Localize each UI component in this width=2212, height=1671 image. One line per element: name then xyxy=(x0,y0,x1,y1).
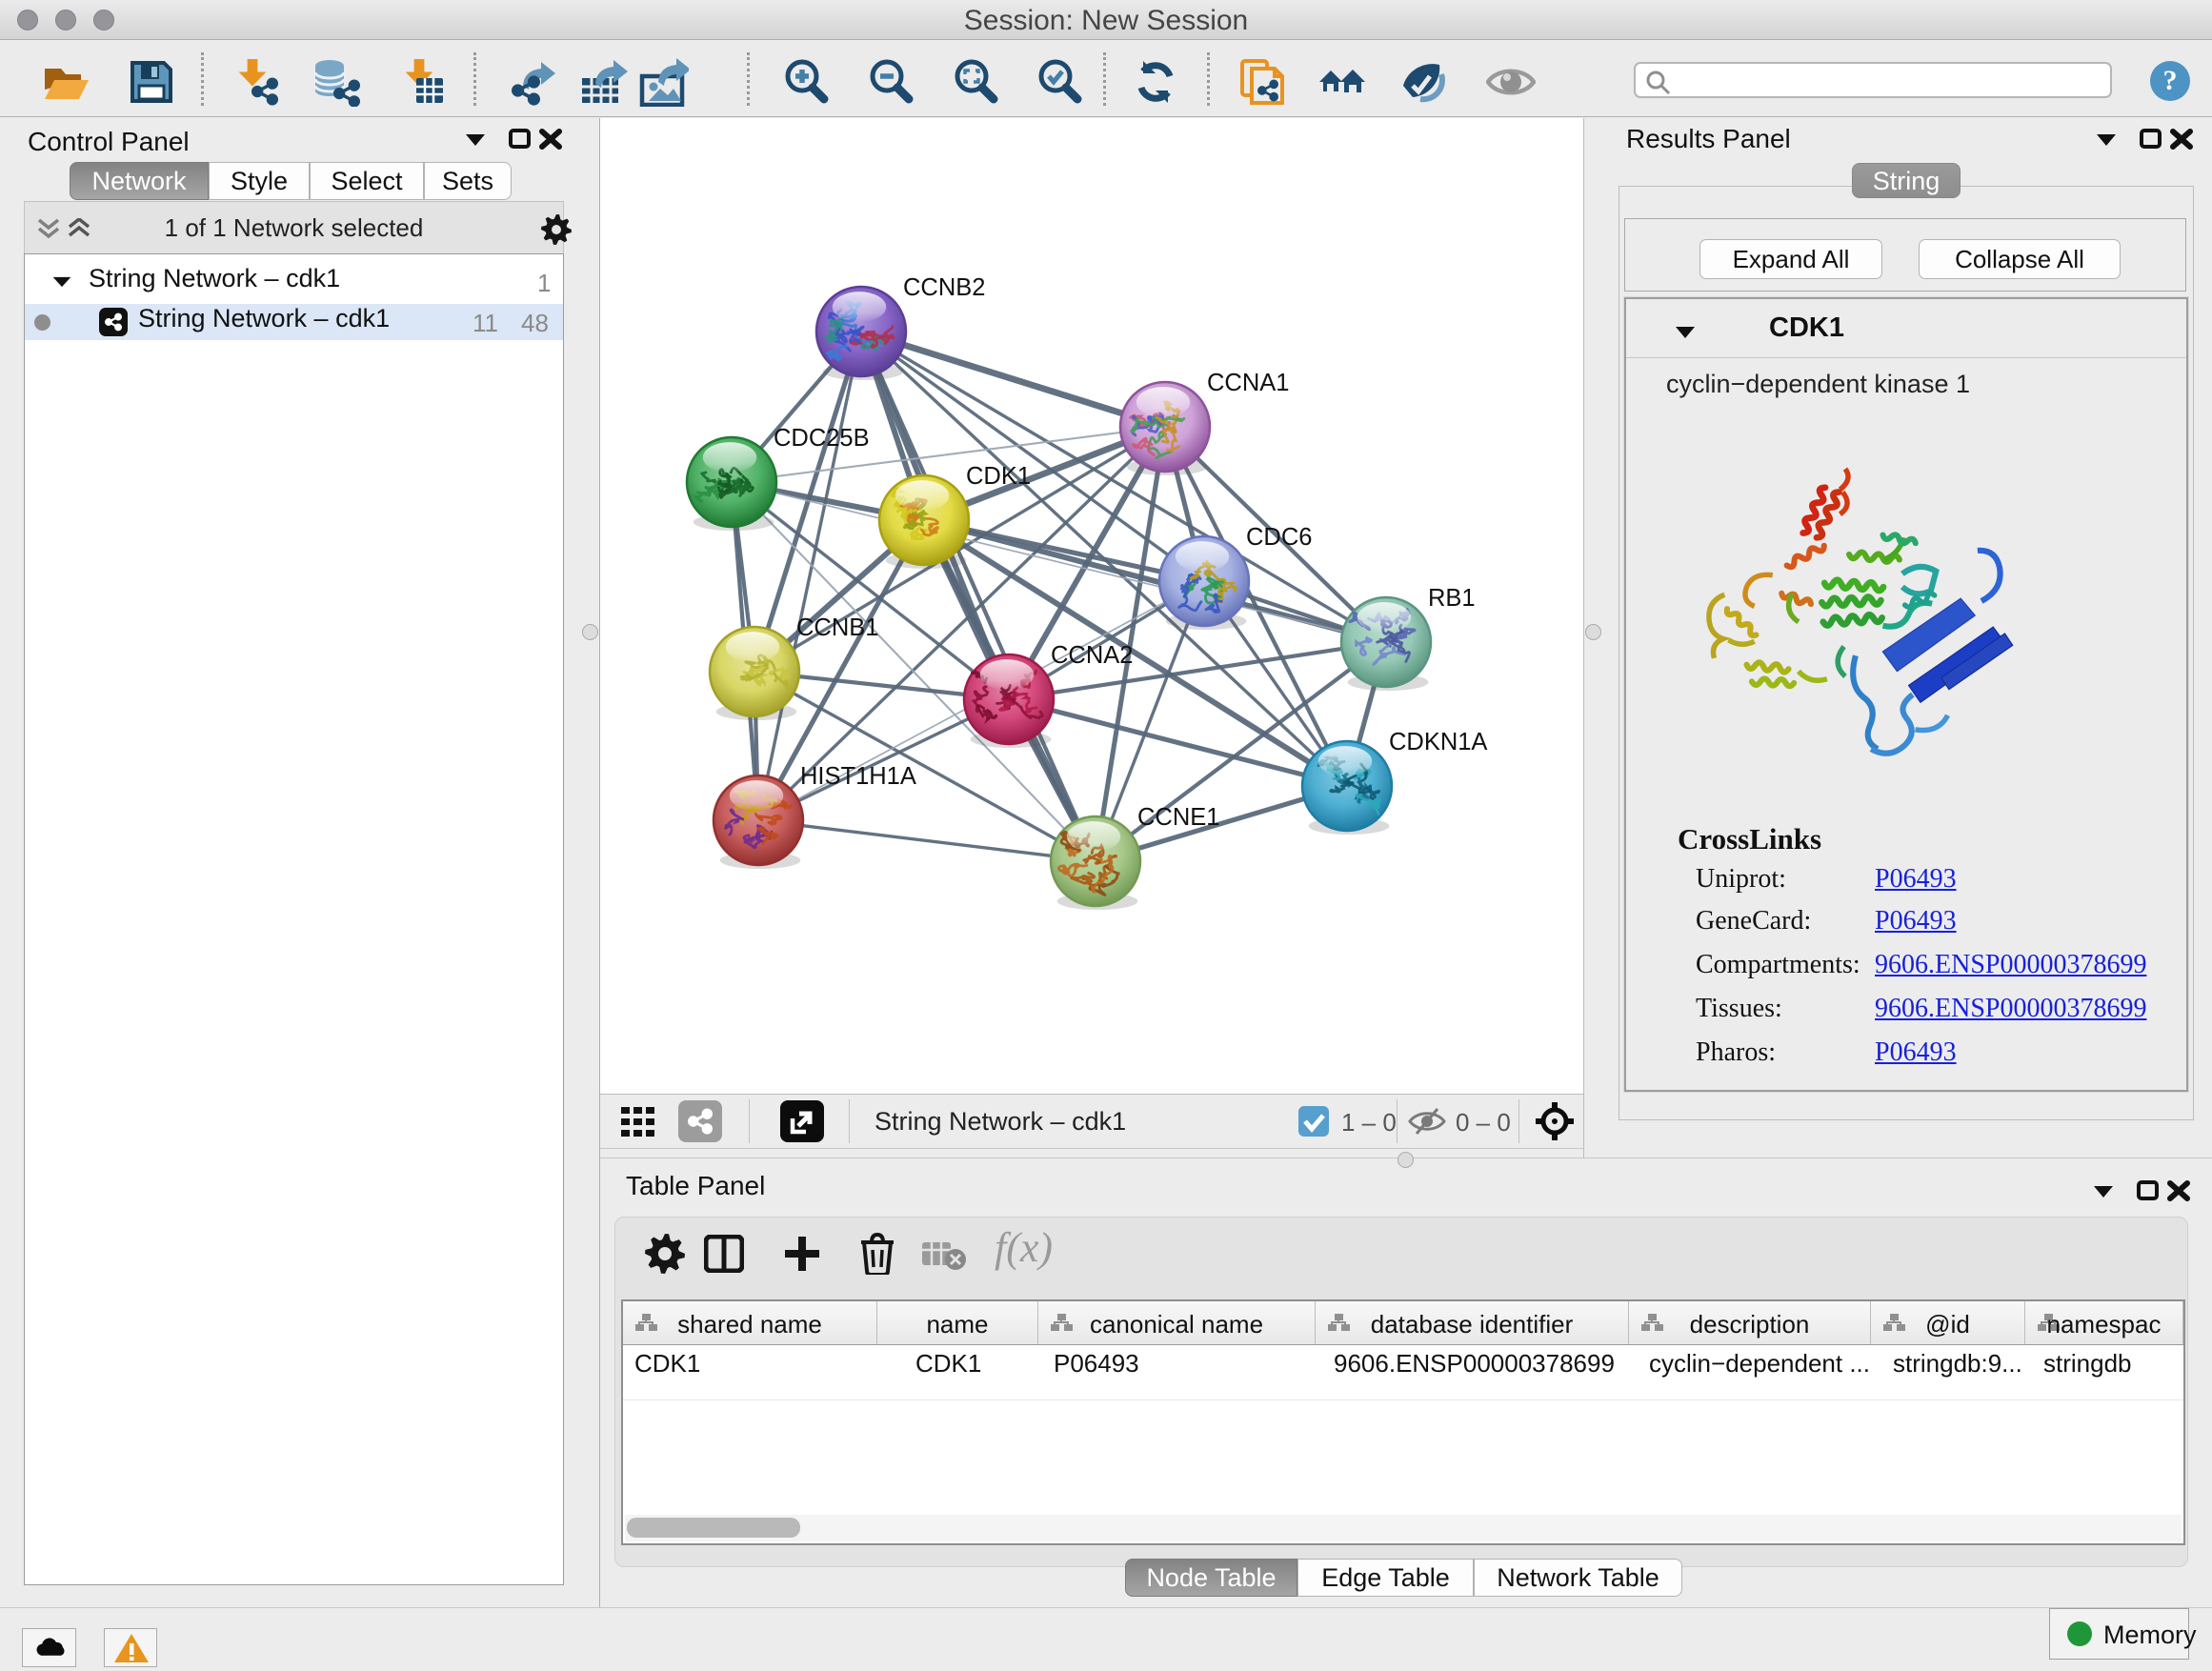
svg-text:CCNE1: CCNE1 xyxy=(1137,804,1219,831)
svg-text:CCNA2: CCNA2 xyxy=(1051,642,1133,669)
svg-text:CCNA1: CCNA1 xyxy=(1207,370,1289,396)
svg-text:CDC25B: CDC25B xyxy=(774,425,870,452)
svg-text:CDK1: CDK1 xyxy=(966,463,1031,490)
svg-text:?: ? xyxy=(2163,65,2178,96)
svg-text:CCNB2: CCNB2 xyxy=(903,274,985,301)
svg-text:CCNB1: CCNB1 xyxy=(796,614,878,641)
svg-text:CDKN1A: CDKN1A xyxy=(1389,729,1487,755)
svg-text:RB1: RB1 xyxy=(1428,585,1476,612)
svg-text:HIST1H1A: HIST1H1A xyxy=(800,763,916,790)
svg-text:CDC6: CDC6 xyxy=(1246,524,1312,551)
